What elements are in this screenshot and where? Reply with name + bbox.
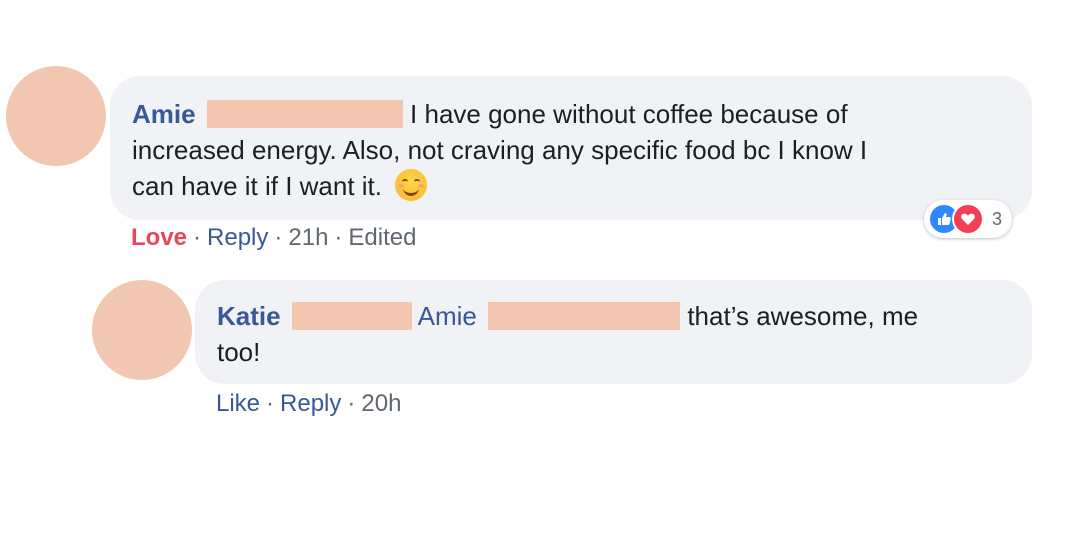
- comment-line-1: Amie I have gone without coffee because …: [132, 96, 1010, 132]
- comment-thread: Amie I have gone without coffee because …: [0, 0, 1080, 547]
- comment-author[interactable]: Amie: [132, 99, 196, 129]
- redacted-name: [488, 302, 681, 330]
- avatar[interactable]: [6, 66, 106, 166]
- comment-actions: Love · Reply · 21h · Edited: [131, 224, 417, 251]
- comment-line-2: increased energy. Also, not craving any …: [132, 132, 1010, 168]
- reply-line-2: too!: [217, 334, 1010, 370]
- like-button[interactable]: Like: [216, 390, 260, 417]
- reply-button[interactable]: Reply: [280, 390, 341, 417]
- comment-text: increased energy. Also, not craving any …: [132, 135, 868, 165]
- smiling-face-icon: [395, 169, 428, 201]
- redacted-name: [206, 100, 403, 128]
- comment-line-3: can have it if I want it.: [132, 168, 1010, 204]
- comment-text: I have gone without coffee because of: [410, 99, 848, 129]
- reaction-count: 3: [992, 208, 1003, 229]
- reply-author[interactable]: Katie: [217, 301, 281, 331]
- reaction-summary[interactable]: 3: [924, 200, 1013, 238]
- reply-text: that’s awesome, me: [687, 301, 919, 331]
- avatar[interactable]: [92, 280, 192, 380]
- redacted-name: [291, 302, 412, 330]
- comment-text: can have it if I want it.: [132, 171, 383, 201]
- timestamp[interactable]: 21h: [288, 224, 328, 251]
- edited-label[interactable]: Edited: [348, 224, 416, 251]
- love-reaction-button[interactable]: Love: [131, 224, 187, 251]
- reply-actions: Like · Reply · 20h: [216, 390, 402, 417]
- reply-text: too!: [217, 337, 261, 367]
- love-icon: [952, 203, 984, 235]
- mention-link[interactable]: Amie: [418, 301, 477, 331]
- comment-bubble: Amie I have gone without coffee because …: [110, 76, 1032, 220]
- reply-line-1: Katie Amie that’s awesome, me: [217, 298, 1010, 334]
- reply-button[interactable]: Reply: [207, 224, 268, 251]
- timestamp[interactable]: 20h: [361, 390, 401, 417]
- reply-bubble: Katie Amie that’s awesome, me too!: [195, 280, 1032, 384]
